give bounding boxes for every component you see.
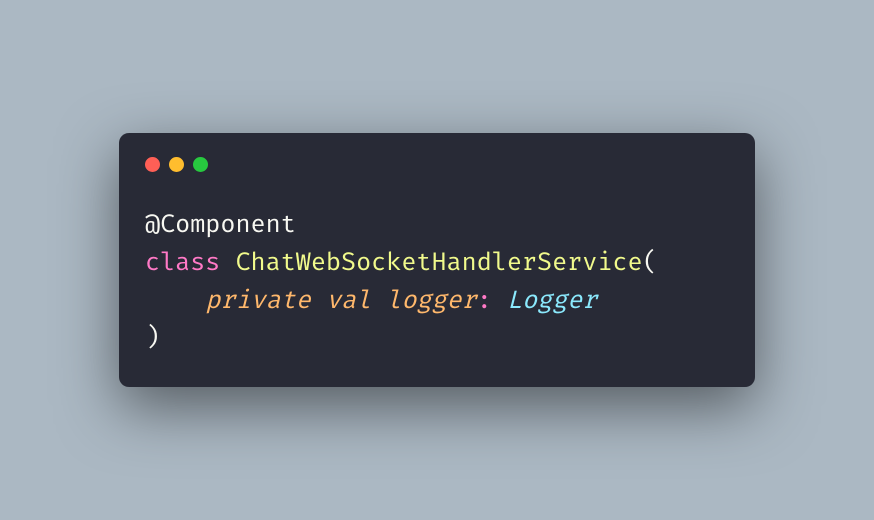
class-name-token: ChatWebSocketHandlerService (235, 247, 642, 278)
code-block: @Component class ChatWebSocketHandlerSer… (145, 206, 729, 358)
window-titlebar (145, 153, 729, 172)
maximize-icon[interactable] (193, 157, 208, 172)
indent-token (145, 282, 205, 320)
keyword-class-token: class (145, 247, 220, 278)
close-paren-token: ) (145, 322, 160, 353)
annotation-token: @Component (145, 209, 296, 240)
close-icon[interactable] (145, 157, 160, 172)
keyword-val-token: val (326, 285, 371, 316)
param-name-token: logger (386, 285, 476, 316)
open-paren-token: ( (643, 247, 658, 278)
code-window: @Component class ChatWebSocketHandlerSer… (119, 133, 755, 388)
keyword-private-token: private (205, 285, 311, 316)
param-type-token: Logger (507, 285, 597, 316)
minimize-icon[interactable] (169, 157, 184, 172)
colon-token: : (477, 285, 492, 316)
